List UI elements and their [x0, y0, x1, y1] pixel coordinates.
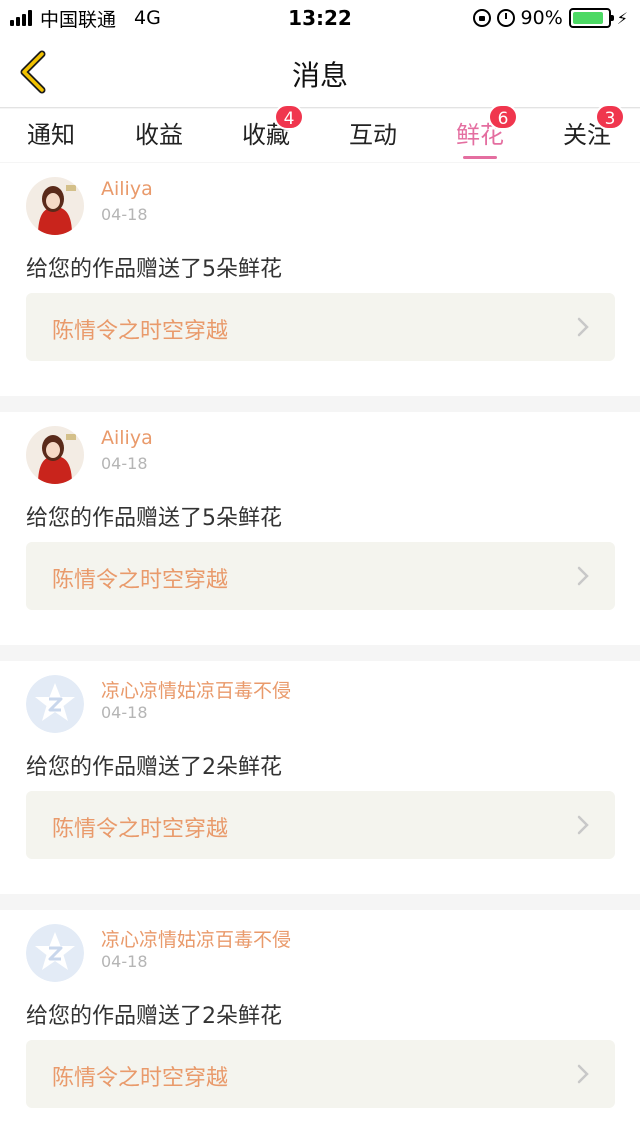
- message-text: 给您的作品赠送了5朵鲜花: [26, 506, 282, 531]
- status-bar: 中国联通 4G 13:22 90% ⚡: [0, 0, 640, 36]
- lock-rotation-icon: [472, 9, 491, 27]
- battery-fill: [572, 12, 604, 24]
- sender-name[interactable]: 凉心凉情姑凉百毒不侵: [101, 676, 291, 703]
- charging-icon: ⚡: [616, 8, 628, 28]
- chevron-right-icon: [577, 566, 589, 586]
- avatar[interactable]: [26, 426, 84, 484]
- tab-label: 收益: [135, 121, 183, 149]
- work-title: 陈情令之时空穿越: [52, 319, 229, 344]
- sender-name[interactable]: 凉心凉情姑凉百毒不侵: [101, 925, 291, 952]
- chevron-right-icon: [577, 815, 589, 835]
- photo-avatar-icon: [26, 426, 84, 484]
- message-card: 凉心凉情姑凉百毒不侵 04-18 给您的作品赠送了2朵鲜花 陈情令之时空穿越: [0, 910, 640, 1139]
- work-title: 陈情令之时空穿越: [52, 568, 229, 593]
- unread-badge: 6: [488, 104, 518, 130]
- avatar[interactable]: [26, 924, 84, 982]
- nav-bar: 消息: [0, 36, 640, 108]
- tab-favorites[interactable]: 收藏 4: [226, 104, 306, 159]
- tab-interaction[interactable]: 互动: [333, 115, 413, 159]
- unread-badge: 4: [274, 104, 304, 130]
- qq-default-avatar-icon: [26, 924, 84, 982]
- avatar[interactable]: [26, 675, 84, 733]
- sender-name[interactable]: Ailiya: [101, 427, 153, 449]
- message-date: 04-18: [101, 205, 148, 224]
- status-right: 90% ⚡: [472, 7, 628, 29]
- tab-income[interactable]: 收益: [119, 115, 199, 159]
- message-card: 凉心凉情姑凉百毒不侵 04-18 给您的作品赠送了2朵鲜花 陈情令之时空穿越: [0, 661, 640, 894]
- photo-avatar-icon: [26, 177, 84, 235]
- work-title: 陈情令之时空穿越: [52, 1066, 229, 1091]
- work-title: 陈情令之时空穿越: [52, 817, 229, 842]
- work-link[interactable]: 陈情令之时空穿越: [26, 791, 615, 859]
- battery-percent: 90%: [520, 7, 563, 29]
- active-tab-indicator: [463, 156, 497, 159]
- qq-default-avatar-icon: [26, 675, 84, 733]
- unread-badge: 3: [595, 104, 625, 130]
- page-title: 消息: [291, 59, 348, 92]
- message-text: 给您的作品赠送了5朵鲜花: [26, 257, 282, 282]
- chevron-right-icon: [577, 1064, 589, 1084]
- message-text: 给您的作品赠送了2朵鲜花: [26, 755, 282, 780]
- message-date: 04-18: [101, 454, 148, 473]
- message-date: 04-18: [101, 703, 148, 722]
- avatar[interactable]: [26, 177, 84, 235]
- work-link[interactable]: 陈情令之时空穿越: [26, 1040, 615, 1108]
- tab-flowers[interactable]: 鲜花 6: [440, 104, 520, 159]
- tab-bar: 通知 收益 收藏 4 互动 鲜花 6 关注 3: [0, 104, 640, 162]
- message-date: 04-18: [101, 952, 148, 971]
- tab-notice[interactable]: 通知: [11, 115, 91, 159]
- tab-label: 通知: [27, 121, 75, 149]
- message-card: Ailiya 04-18 给您的作品赠送了5朵鲜花 陈情令之时空穿越: [0, 163, 640, 396]
- message-card: Ailiya 04-18 给您的作品赠送了5朵鲜花 陈情令之时空穿越: [0, 412, 640, 645]
- alarm-icon: [496, 9, 515, 27]
- tab-label: 互动: [349, 121, 397, 149]
- battery-icon: [568, 8, 614, 28]
- message-text: 给您的作品赠送了2朵鲜花: [26, 1004, 282, 1029]
- chevron-right-icon: [577, 317, 589, 337]
- work-link[interactable]: 陈情令之时空穿越: [26, 293, 615, 361]
- work-link[interactable]: 陈情令之时空穿越: [26, 542, 615, 610]
- tab-follow[interactable]: 关注 3: [547, 104, 627, 159]
- sender-name[interactable]: Ailiya: [101, 178, 153, 200]
